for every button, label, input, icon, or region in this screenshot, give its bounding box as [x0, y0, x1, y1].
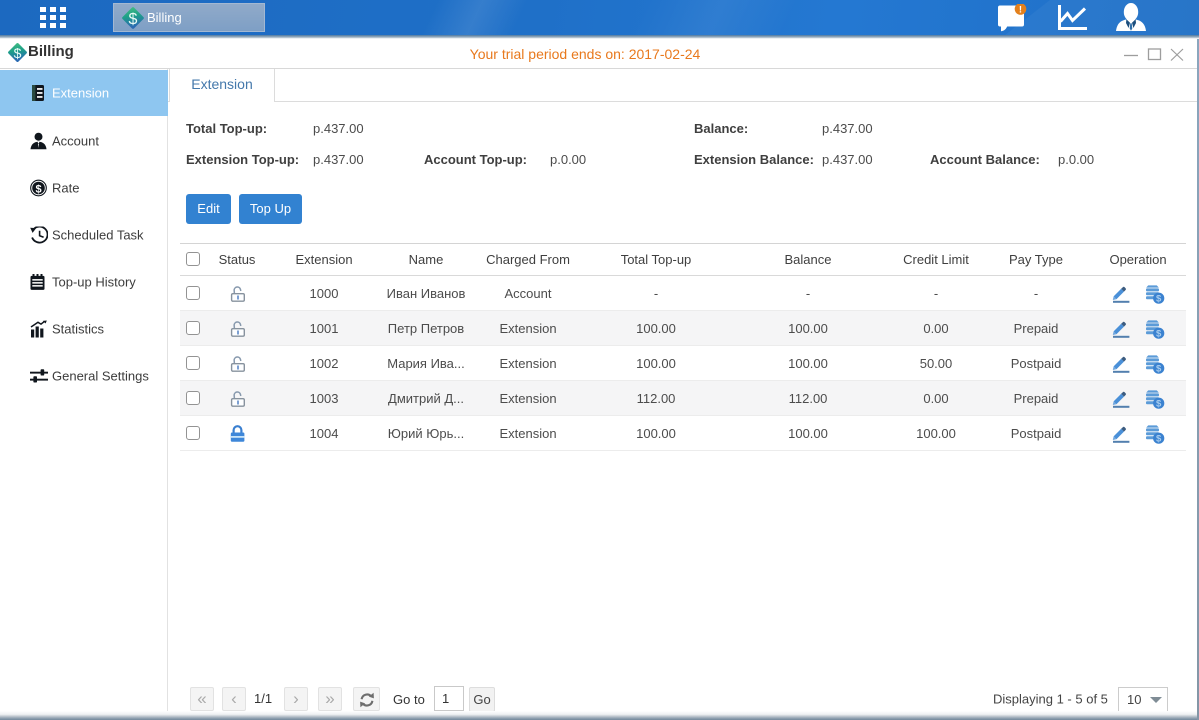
- svg-text:$: $: [1156, 434, 1162, 444]
- svg-text:$: $: [129, 11, 138, 28]
- svg-text:$: $: [35, 183, 41, 195]
- svg-text:$: $: [1156, 364, 1162, 374]
- svg-text:$: $: [14, 45, 22, 61]
- svg-text:$: $: [1156, 329, 1162, 339]
- svg-text:!: !: [1019, 5, 1022, 16]
- svg-text:$: $: [1156, 399, 1162, 409]
- svg-text:$: $: [1156, 294, 1162, 304]
